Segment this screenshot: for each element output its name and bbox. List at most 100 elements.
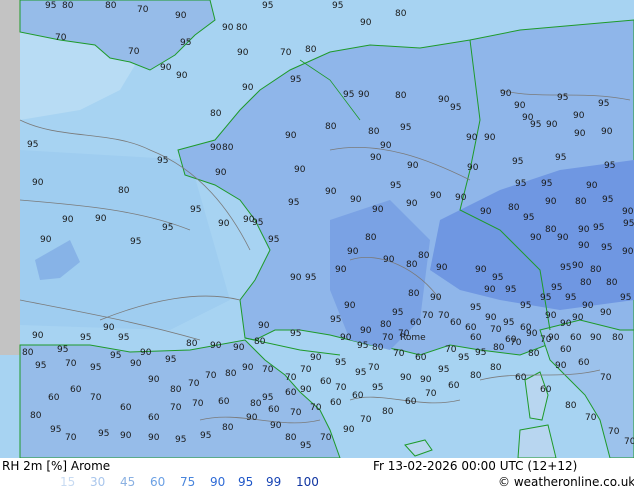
scale-value-90: 90 [210,475,226,489]
contour-label: 70 [368,363,380,373]
scale-value-100: 100 [296,475,319,489]
contour-label: 80 [380,320,392,330]
contour-label: 90 [243,215,255,225]
contour-label: 60 [70,385,82,395]
contour-label: 60 [410,318,422,328]
contour-label: 95 [555,153,566,163]
contour-label: 90 [335,265,347,275]
contour-label: 80 [606,278,618,288]
contour-label: 95 [372,383,383,393]
contour-label: 95 [470,303,481,313]
contour-label: 70 [490,325,502,335]
contour-label: 90 [175,11,187,21]
contour-label: 90 [545,197,557,207]
contour-label: 95 [458,353,469,363]
contour-label: 90 [455,193,467,203]
contour-label: 90 [430,293,442,303]
contour-label: 70 [90,393,102,403]
scale-value-15: 15 [60,475,76,489]
contour-label: 70 [585,413,597,423]
credit-text[interactable]: © weatheronline.co.uk [498,475,634,489]
contour-label: 90 [242,363,254,373]
contour-label: 95 [80,333,91,343]
contour-label: 90 [270,421,282,431]
contour-label: 90 [436,263,448,273]
contour-label: 95 [604,161,615,171]
humidity-map: 95 80 80 90 90 80 95 95 70 90 80 70 70 95 90 70 80 90 90 90… [0,0,634,458]
scale-value-95: 95 [238,475,254,489]
contour-label: 90 [622,207,634,217]
contour-label: 70 [262,365,274,375]
contour-label: 95 [157,156,168,166]
contour-label: 90 [95,214,107,224]
contour-label: 60 [540,385,552,395]
contour-label: 95 [505,285,516,295]
contour-label: 60 [330,398,342,408]
contour-label: 90 [601,127,613,137]
contour-label: 95 [175,435,186,445]
scale-value-45: 45 [120,475,136,489]
contour-label: 90 [233,343,245,353]
contour-label: 80 [62,1,74,11]
forecast-datetime: Fr 13-02-2026 00:00 UTC (12+12) [373,459,578,473]
contour-label: 80 [250,399,262,409]
contour-label: 90 [176,71,188,81]
contour-label: 90 [210,341,222,351]
contour-label: 90 [218,219,230,229]
contour-label: 90 [500,89,512,99]
contour-label: 90 [548,333,560,343]
contour-label: 90 [290,273,302,283]
contour-label: 80 [225,369,237,379]
contour-label: 90 [530,233,542,243]
contour-label: 90 [325,187,337,197]
contour-label: 70 [300,365,312,375]
contour-label: 70 [438,311,450,321]
contour-label: 70 [137,5,149,15]
contour-label: 95 [602,195,613,205]
contour-label: 90 [438,95,450,105]
contour-label: 80 [408,289,420,299]
scale-value-30: 30 [90,475,106,489]
contour-label: 90 [285,131,297,141]
contour-label: 95 [390,181,401,191]
contour-label: 80 [105,1,117,11]
contour-label: 80 [170,385,182,395]
contour-label: 80 [365,233,377,243]
contour-label: 90 [148,433,160,443]
contour-label: 90 [622,247,634,257]
contour-label: 95 [598,99,609,109]
contour-label: 70 [335,383,347,393]
contour-label: 95 [190,205,201,215]
contour-label: 90 [466,133,478,143]
contour-label: 60 [465,323,477,333]
contour-label: 60 [352,391,364,401]
contour-label: 80 [418,251,430,261]
contour-label: 60 [450,318,462,328]
contour-label: 90 [294,165,306,175]
contour-label: 95 [565,293,576,303]
contour-label: 90 [545,311,557,321]
contour-label: 95 [620,293,631,303]
contour-label: 90 [344,301,356,311]
contour-label: 60 [578,358,590,368]
contour-label: 95 [110,351,121,361]
contour-label: 90 [343,425,355,435]
contour-label: 90 [40,235,52,245]
contour-label: 70 [128,47,140,57]
contour-label: 70 [192,399,204,409]
contour-label: 80 [186,339,198,349]
contour-label: 80 [210,109,222,119]
contour-label: 60 [148,413,160,423]
contour-label: 90 [578,241,590,251]
contour-label: 80 [490,363,502,373]
contour-label: 95 [400,123,411,133]
contour-label: 70 [382,333,394,343]
contour-label: 95 [90,363,101,373]
contour-label: 95 [332,1,343,11]
contour-label: 95 [45,1,56,11]
contour-label: 90 [574,129,586,139]
contour-label: 90 [140,348,152,358]
contour-label: 90 [360,326,372,336]
weather-map-page: 95 80 80 90 90 80 95 95 70 90 80 70 70 95 90 70 80 90 90 90… [0,0,634,490]
contour-label: 95 [118,333,129,343]
